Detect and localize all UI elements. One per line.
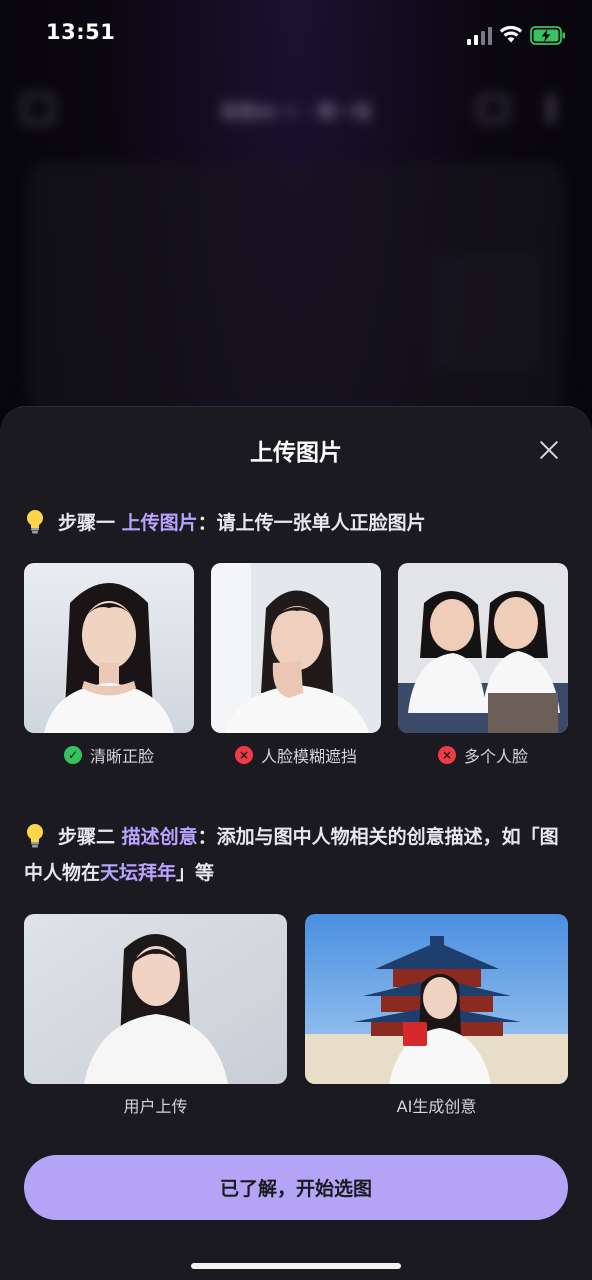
demo-label-user-upload: 用户上传 — [123, 1097, 188, 1116]
example-label-multiple-faces: × 多个人脸 — [398, 743, 568, 767]
cellular-signal-icon — [467, 27, 493, 45]
more-icon — [548, 94, 554, 124]
close-button[interactable] — [534, 435, 564, 465]
step-two-suffix: 」等 — [176, 862, 215, 884]
background-card — [430, 252, 540, 372]
screen: 13:51 我是AI ✦ · 第一组 上传图片 步骤一 上传图片：请上传一张单人… — [0, 0, 592, 1280]
step-two-label: 步骤二 — [58, 826, 116, 848]
cross-icon: × — [437, 746, 456, 764]
example-multiple-faces-image — [398, 563, 568, 733]
example-blurred-face-image — [211, 563, 381, 733]
lightbulb-icon — [27, 824, 43, 848]
wifi-icon — [499, 25, 523, 43]
step-one-description: ：请上传一张单人正脸图片 — [197, 512, 426, 534]
ai-generated-demo-image — [305, 914, 568, 1084]
step-one-label: 步骤一 — [58, 512, 116, 534]
step-one-text: 步骤一 上传图片：请上传一张单人正脸图片 — [24, 505, 572, 541]
example-label-text: 人脸模糊遮挡 — [260, 747, 357, 766]
sheet-title: 上传图片 — [250, 440, 342, 466]
demo-label-ai-generated: AI生成创意 — [396, 1097, 477, 1116]
user-upload-demo-image — [24, 914, 287, 1084]
check-icon: ✓ — [63, 746, 82, 764]
background-app: 我是AI ✦ · 第一组 — [0, 72, 592, 412]
status-time: 13:51 — [46, 20, 116, 44]
example-label-blurred-face: × 人脸模糊遮挡 — [211, 743, 381, 767]
step-two-text: 步骤二 描述创意：添加与图中人物相关的创意描述，如「图中人物在天坛拜年」等 — [24, 819, 572, 891]
start-select-image-button[interactable]: 已了解，开始选图 — [24, 1155, 568, 1220]
step-two-example-highlight: 天坛拜年 — [100, 862, 177, 884]
upload-guide-sheet: 上传图片 步骤一 上传图片：请上传一张单人正脸图片 ✓ 清晰正脸 × 人脸模糊遮… — [0, 406, 592, 1280]
home-indicator — [191, 1263, 401, 1269]
step-two-highlight: 描述创意 — [121, 826, 198, 848]
example-clear-face-image — [24, 563, 194, 733]
lightbulb-icon — [27, 510, 43, 534]
battery-charging-icon — [530, 26, 565, 45]
example-label-text: 清晰正脸 — [89, 747, 154, 766]
share-icon — [478, 96, 508, 122]
background-top-bar: 我是AI ✦ · 第一组 — [0, 82, 592, 132]
example-label-clear-face: ✓ 清晰正脸 — [24, 743, 194, 767]
cross-icon: × — [234, 746, 253, 764]
step-one-highlight: 上传图片 — [121, 512, 198, 534]
status-bar: 13:51 — [0, 0, 592, 72]
example-label-text: 多个人脸 — [463, 747, 528, 766]
